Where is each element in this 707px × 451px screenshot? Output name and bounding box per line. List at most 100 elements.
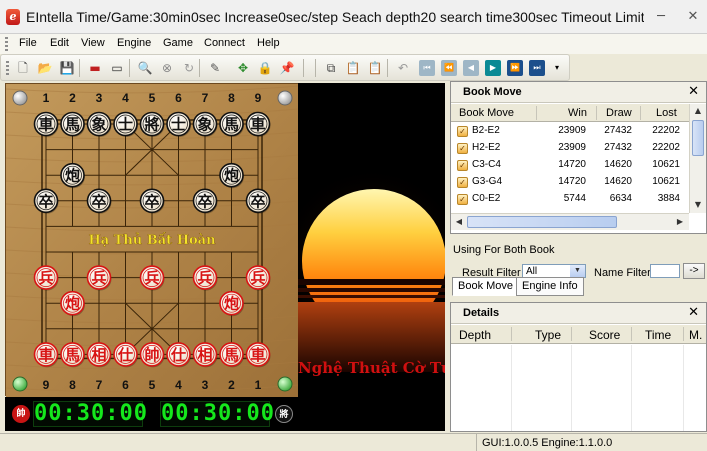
- table-row[interactable]: ✓ C0-E2 5744 6634 3884: [451, 191, 680, 208]
- top-file-label: 3: [96, 91, 103, 105]
- fast-back-icon[interactable]: ⏪: [441, 60, 457, 76]
- col-lost[interactable]: Lost: [656, 107, 677, 119]
- minimize-button[interactable]: ─: [653, 9, 669, 25]
- col-time[interactable]: Time: [645, 328, 671, 342]
- scroll-right-icon[interactable]: ▶: [674, 216, 686, 228]
- name-filter-input[interactable]: [650, 264, 680, 278]
- menu-game[interactable]: Game: [163, 37, 193, 49]
- col-score[interactable]: Score: [589, 328, 620, 342]
- piece-label: 卒: [197, 192, 212, 210]
- cell-lost: 3884: [657, 193, 680, 204]
- col-win[interactable]: Win: [568, 107, 587, 119]
- result-filter-select[interactable]: All ▼: [522, 264, 586, 278]
- toolbar-separator: [129, 59, 130, 77]
- row-checkbox[interactable]: ✓: [457, 143, 468, 154]
- chess-board[interactable]: Hạ Thủ Bất Hoàn 1 2 3 4 5 6 7 8 9 9 8 7 6 5 4 3 2 1 車馬象士將士象…: [5, 83, 299, 397]
- bottom-file-label: 3: [202, 378, 209, 392]
- edit-position-icon[interactable]: ✎: [207, 60, 223, 76]
- copy-icon[interactable]: ⧉: [323, 60, 339, 76]
- scroll-left-icon[interactable]: ◀: [453, 216, 465, 228]
- piece-label: 仕: [170, 346, 186, 364]
- piece-label: 車: [250, 116, 265, 134]
- scroll-down-icon[interactable]: ▼: [692, 199, 704, 211]
- name-filter-go-button[interactable]: ->: [683, 263, 705, 279]
- tab-engine-info[interactable]: Engine Info: [516, 277, 584, 296]
- cell-move: B2-E2: [472, 125, 500, 136]
- table-row[interactable]: ✓ G3-G4 14720 14620 10621: [451, 174, 680, 191]
- name-filter-label: Name Filter: [594, 267, 651, 279]
- row-checkbox[interactable]: ✓: [457, 126, 468, 137]
- scroll-up-icon[interactable]: ▲: [692, 105, 704, 117]
- red-turn-indicator-icon: [12, 376, 28, 392]
- lock-icon[interactable]: 🔒: [257, 60, 273, 76]
- first-move-icon[interactable]: ⏮: [419, 60, 435, 76]
- menu-connect[interactable]: Connect: [204, 37, 245, 49]
- col-book-move[interactable]: Book Move: [459, 107, 514, 119]
- toolbar-separator: [315, 59, 316, 77]
- toolbar-grip-handle[interactable]: [6, 61, 9, 77]
- book-move-title: Book Move: [463, 86, 522, 98]
- piece-label: 兵: [197, 269, 212, 287]
- new-file-icon[interactable]: 🗋: [15, 60, 31, 76]
- cell-draw: 27432: [604, 125, 632, 136]
- next-move-icon[interactable]: ▶: [485, 60, 501, 76]
- book-horizontal-scrollbar[interactable]: ◀ ▶: [451, 213, 689, 230]
- save-icon[interactable]: 💾: [59, 60, 75, 76]
- prev-move-icon[interactable]: ◀: [463, 60, 479, 76]
- row-checkbox[interactable]: ✓: [457, 177, 468, 188]
- app-logo-icon: e: [6, 9, 20, 25]
- h-scroll-thumb[interactable]: [467, 216, 617, 228]
- last-move-icon[interactable]: ⏭: [529, 60, 545, 76]
- table-row[interactable]: ✓ C3-C4 14720 14620 10621: [451, 157, 680, 174]
- bottom-file-label: 4: [175, 378, 182, 392]
- book-move-close-icon[interactable]: ✕: [688, 84, 699, 99]
- red-turn-indicator-icon: [277, 376, 293, 392]
- menu-help[interactable]: Help: [257, 37, 280, 49]
- clock-panel: 帥 00:30:00 00:30:00 將: [5, 397, 298, 431]
- piece-label: 車: [250, 346, 265, 364]
- toolbar-overflow-icon[interactable]: ▾: [552, 60, 562, 76]
- fast-forward-icon[interactable]: ⏩: [507, 60, 523, 76]
- cell-lost: 10621: [652, 176, 680, 187]
- move-arrows-icon[interactable]: ✥: [235, 60, 251, 76]
- top-file-label: 6: [175, 91, 182, 105]
- undo-icon[interactable]: ↶: [395, 60, 411, 76]
- black-clock: 00:30:00: [160, 401, 275, 427]
- col-depth[interactable]: Depth: [459, 328, 491, 342]
- dropdown-arrow-icon[interactable]: ▼: [570, 265, 585, 277]
- engine-red-icon[interactable]: ▬: [87, 60, 103, 76]
- search-icon[interactable]: 🔍: [137, 60, 153, 76]
- paste-gray-icon[interactable]: 📋: [367, 60, 383, 76]
- menu-file[interactable]: File: [19, 37, 37, 49]
- window-title: EIntella Time/Game:30min0sec Increase0se…: [26, 9, 644, 25]
- menu-view[interactable]: View: [81, 37, 105, 49]
- col-type[interactable]: Type: [535, 328, 561, 342]
- menu-engine[interactable]: Engine: [117, 37, 151, 49]
- piece-label: 炮: [65, 167, 80, 185]
- cell-lost: 22202: [652, 125, 680, 136]
- cell-move: G3-G4: [472, 176, 503, 187]
- row-checkbox[interactable]: ✓: [457, 160, 468, 171]
- tab-book-move[interactable]: Book Move: [452, 277, 520, 296]
- toolbar-separator: [387, 59, 388, 77]
- row-checkbox[interactable]: ✓: [457, 194, 468, 205]
- black-turn-indicator-icon: [277, 90, 293, 106]
- col-m[interactable]: M.: [689, 328, 702, 342]
- pin-icon[interactable]: 📌: [279, 60, 295, 76]
- stop-icon[interactable]: ⊗: [159, 60, 175, 76]
- details-close-icon[interactable]: ✕: [688, 305, 699, 320]
- paste-icon[interactable]: 📋: [345, 60, 361, 76]
- scroll-thumb[interactable]: [692, 120, 704, 156]
- table-row[interactable]: ✓ B2-E2 23909 27432 22202: [451, 123, 680, 140]
- monitor-icon[interactable]: ▭: [109, 60, 125, 76]
- book-vertical-scrollbar[interactable]: ▲ ▼: [689, 104, 706, 213]
- close-button[interactable]: ✕: [685, 9, 701, 25]
- board-canvas[interactable]: Hạ Thủ Bất Hoàn1 2 3 4 5 6 7 8 99 8 7 6 5 4 3 2 1車馬象士將士象…: [6, 84, 299, 397]
- menu-grip-handle[interactable]: [5, 37, 8, 51]
- piece-label: 卒: [144, 192, 159, 210]
- table-row[interactable]: ✓ H2-E2 23909 27432 22202: [451, 140, 680, 157]
- open-folder-icon[interactable]: 📂: [37, 60, 53, 76]
- menu-edit[interactable]: Edit: [50, 37, 69, 49]
- refresh-icon[interactable]: ↻: [181, 60, 197, 76]
- col-draw[interactable]: Draw: [606, 107, 632, 119]
